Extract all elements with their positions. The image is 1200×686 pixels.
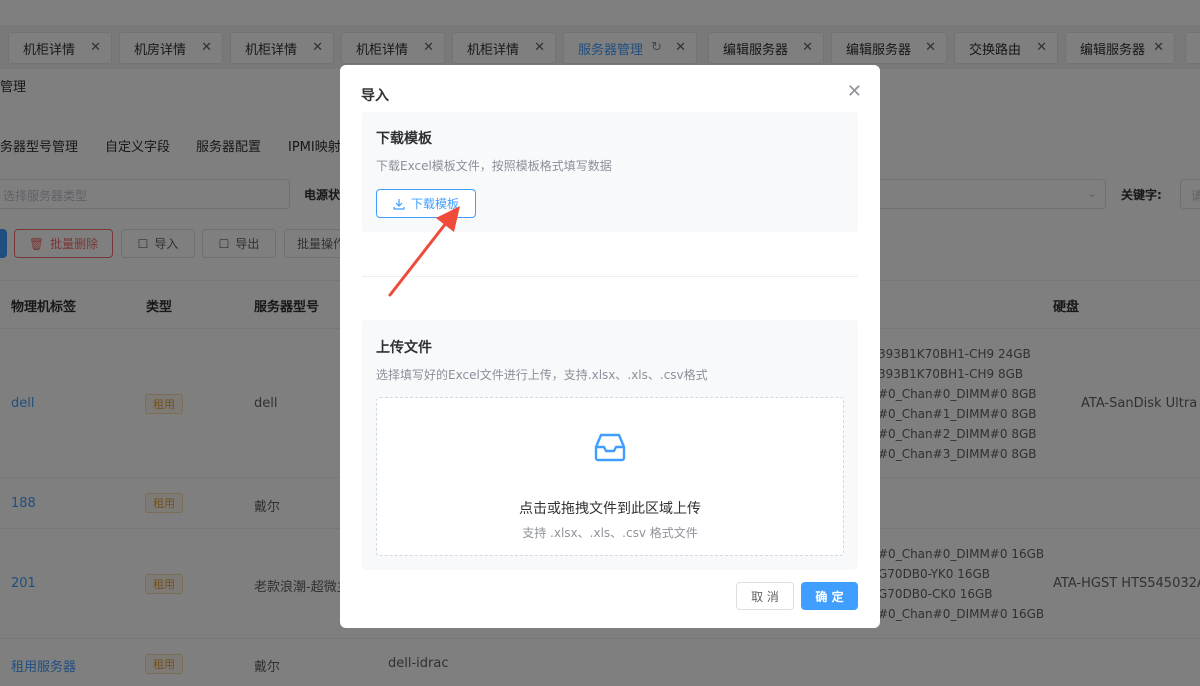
dialog-title: 导入 (361, 88, 389, 104)
import-dialog: 导入 ✕ 下载模板 下载Excel模板文件，按照模板格式填写数据 下载模板 上传… (340, 65, 880, 628)
upload-section-title: 上传文件 (376, 340, 432, 356)
close-icon[interactable]: ✕ (847, 81, 862, 102)
upload-drop-zone[interactable]: 点击或拖拽文件到此区域上传 支持 .xlsx、.xls、.csv 格式文件 (376, 397, 844, 556)
download-section-desc: 下载Excel模板文件，按照模板格式填写数据 (376, 159, 612, 173)
drop-zone-text: 点击或拖拽文件到此区域上传 (519, 501, 701, 517)
annotation-arrow-icon (388, 206, 460, 297)
download-section-title: 下载模板 (376, 131, 432, 147)
confirm-button[interactable]: 确 定 (801, 582, 858, 610)
upload-section-desc: 选择填写好的Excel文件进行上传，支持.xlsx、.xls、.csv格式 (376, 368, 708, 382)
drop-zone-hint: 支持 .xlsx、.xls、.csv 格式文件 (522, 526, 698, 540)
inbox-icon (594, 433, 626, 462)
cancel-button[interactable]: 取 消 (736, 582, 794, 610)
